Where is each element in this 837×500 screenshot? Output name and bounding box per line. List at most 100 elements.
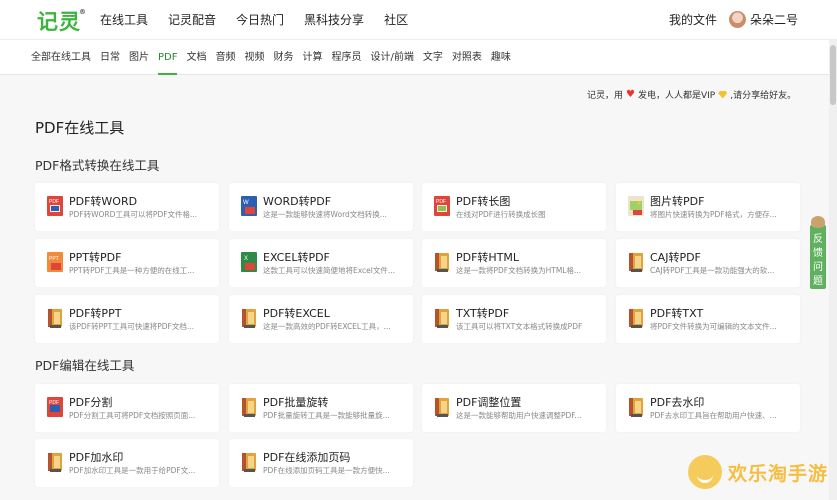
category-tab[interactable]: 文档 [186, 40, 206, 75]
excel-icon: X [240, 251, 258, 273]
tool-desc: PDF在线添加页码工具是一款方便快... [263, 466, 390, 475]
tool-card[interactable]: PDF转TXT 将PDF文件转换为可编辑的文本文件... [616, 295, 800, 343]
feedback-char: 馈 [813, 248, 823, 259]
tool-desc: PDF加水印工具是一款用于给PDF文... [69, 466, 196, 475]
tool-name: PDF分割 [69, 396, 113, 409]
category-tab[interactable]: 对照表 [452, 40, 482, 75]
tool-desc: 这是一款能够帮助用户快速调整PDF... [456, 411, 582, 420]
book-icon [627, 396, 645, 418]
category-tab[interactable]: 趣味 [491, 40, 511, 75]
notice-text-start: 记灵，用 [587, 91, 624, 101]
category-tab[interactable]: 计算 [302, 40, 322, 75]
tool-name: PDF转EXCEL [263, 307, 330, 320]
book-icon [433, 396, 451, 418]
scrollbar[interactable] [829, 40, 837, 500]
top-navbar: 记灵 ® 在线工具 记灵配音 今日热门 黑科技分享 社区 我的文件 朵朵二号 [0, 0, 837, 40]
category-tab[interactable]: PDF [158, 40, 178, 75]
tool-desc: CAJ转PDF工具是一款功能强大的软... [650, 266, 775, 275]
nav-item[interactable]: 在线工具 [100, 0, 148, 40]
feedback-char: 问 [813, 262, 823, 273]
category-tab[interactable]: 程序员 [331, 40, 361, 75]
tool-card[interactable]: PDF在线添加页码 PDF在线添加页码工具是一款方便快... [229, 439, 413, 487]
nav-item[interactable]: 黑科技分享 [304, 0, 364, 40]
tool-card[interactable]: X EXCEL转PDF 这款工具可以快速简便地将Excel文件... [229, 239, 413, 287]
tool-card[interactable]: PDF加水印 PDF加水印工具是一款用于给PDF文... [35, 439, 219, 487]
notice-text-mid: 发电，人人都是VIP [637, 91, 716, 101]
watermark-text: 欢乐淘手游 [728, 462, 829, 485]
tool-card[interactable]: 图片转PDF 将图片快速转换为PDF格式，方便存... [616, 183, 800, 231]
tool-card[interactable]: PDF调整位置这是一款能够帮助用户快速调整PDF... [422, 384, 606, 432]
svg-text:X: X [244, 256, 248, 262]
nav-item[interactable]: 今日热门 [236, 0, 284, 40]
tool-desc: 这是一款将PDF文档转换为HTML格... [456, 266, 582, 275]
tool-desc: PDF批量旋转工具是一款能够批量旋... [263, 411, 390, 420]
category-tab[interactable]: 全部在线工具 [31, 40, 91, 75]
category-tab[interactable]: 日常 [100, 40, 120, 75]
tool-name: PDF加水印 [69, 451, 124, 464]
tool-name: PDF批量旋转 [263, 396, 329, 409]
my-files-link[interactable]: 我的文件 [669, 0, 717, 40]
book-icon [46, 307, 64, 329]
feedback-char: 反 [813, 234, 823, 245]
tool-name: PDF调整位置 [456, 396, 522, 409]
nav-item[interactable]: 记灵配音 [168, 0, 216, 40]
tool-card[interactable]: PDF转EXCEL 这是一款高效的PDF转EXCEL工具，... [229, 295, 413, 343]
tool-card[interactable]: PDF PDF分割 PDF分割工具可将PDF文档按照页面... [35, 384, 219, 432]
watermark: 欢乐淘手游 [688, 455, 828, 489]
pdf-word-icon: PDF [46, 195, 64, 217]
tool-name: PDF转TXT [650, 307, 704, 320]
tool-card[interactable]: PDF转HTML 这是一款将PDF文档转换为HTML格... [422, 239, 606, 287]
tool-name: WORD转PDF [263, 195, 332, 208]
category-tab[interactable]: 视频 [244, 40, 264, 75]
diamond-icon [718, 90, 728, 99]
image-icon [627, 195, 645, 217]
page-title: PDF在线工具 [35, 119, 125, 137]
tool-name: PDF转长图 [456, 195, 511, 208]
nav-item[interactable]: 社区 [384, 0, 408, 40]
vip-notice: 记灵，用 ♥ 发电，人人都是VIP ,请分享给好友。 [587, 88, 796, 101]
scrollbar-thumb[interactable] [830, 45, 836, 105]
category-tabs: 全部在线工具 日常 图片 PDF 文档 音频 视频 财务 计算 程序员 设计/前端 文字 对照表 趣味 [31, 40, 520, 75]
tool-name: TXT转PDF [456, 307, 510, 320]
category-tab[interactable]: 图片 [129, 40, 149, 75]
tool-card[interactable]: CAJ转PDF CAJ转PDF工具是一款功能强大的软... [616, 239, 800, 287]
category-tab[interactable]: 音频 [215, 40, 235, 75]
feedback-char: 题 [813, 276, 823, 287]
avatar[interactable] [729, 11, 746, 28]
tool-desc: 这款工具可以快速简便地将Excel文件... [263, 266, 396, 275]
tool-card[interactable]: W WORD转PDF 这是一款能够快速将Word文档转换... [229, 183, 413, 231]
tool-card[interactable]: PDF PDF转WORD PDF转WORD工具可以将PDF文件格... [35, 183, 219, 231]
user-name[interactable]: 朵朵二号 [750, 11, 798, 28]
svg-text:PPT: PPT [49, 256, 59, 262]
svg-text:PDF: PDF [436, 199, 446, 205]
tool-card[interactable]: PPT PPT转PDF PPT转PDF工具是一种方便的在线工... [35, 239, 219, 287]
tool-desc: PDF转WORD工具可以将PDF文件格... [69, 210, 198, 219]
tool-card[interactable]: PDF批量旋转 PDF批量旋转工具是一款能够批量旋... [229, 384, 413, 432]
user-menu[interactable]: 朵朵二号 [729, 11, 798, 28]
heart-icon: ♥ [626, 89, 635, 100]
book-icon [433, 251, 451, 273]
feedback-button[interactable]: 反 馈 问 题 [810, 216, 826, 289]
tool-name: PDF去水印 [650, 396, 705, 409]
book-icon [627, 251, 645, 273]
tool-card[interactable]: PDF转PPT 该PDF转PPT工具可快速将PDF文档... [35, 295, 219, 343]
tool-name: 图片转PDF [650, 195, 705, 208]
book-icon [240, 396, 258, 418]
category-tab[interactable]: 财务 [273, 40, 293, 75]
tool-card[interactable]: PDF PDF转长图 在线对PDF进行转换成长图 [422, 183, 606, 231]
svg-text:PDF: PDF [49, 199, 59, 205]
tool-name: PDF转HTML [456, 251, 520, 264]
category-tab[interactable]: 设计/前端 [370, 40, 413, 75]
tool-card[interactable]: PDF去水印 PDF去水印工具旨在帮助用户快速、... [616, 384, 800, 432]
tool-name: PPT转PDF [69, 251, 122, 264]
category-bar: 全部在线工具 日常 图片 PDF 文档 音频 视频 财务 计算 程序员 设计/前端 文字 对照表 趣味 [0, 40, 837, 75]
site-logo[interactable]: 记灵 ® [37, 6, 86, 36]
tool-desc: 将PDF文件转换为可编辑的文本文件... [650, 322, 777, 331]
tool-card[interactable]: TXT转PDF 该工具可以将TXT文本格式转换成PDF [422, 295, 606, 343]
split-icon: PDF [46, 396, 64, 418]
category-tab[interactable]: 文字 [423, 40, 443, 75]
mascot-icon [811, 216, 825, 228]
section-title-edit: PDF编辑在线工具 [35, 358, 135, 373]
book-icon [627, 307, 645, 329]
ppt-icon: PPT [46, 251, 64, 273]
